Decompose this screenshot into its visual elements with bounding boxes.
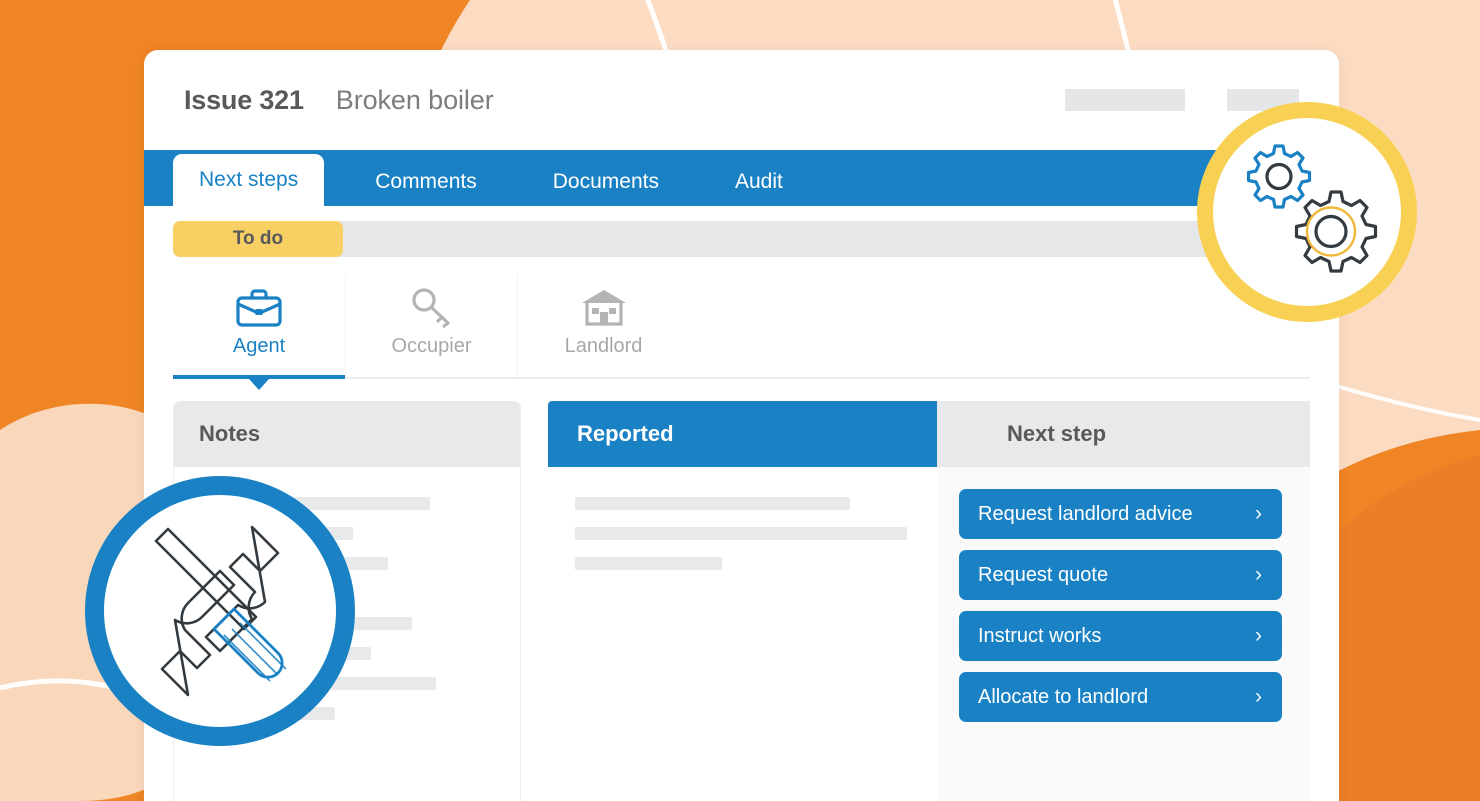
status-badge-label: To do	[232, 228, 284, 249]
skeleton-line	[575, 527, 907, 540]
allocate-to-landlord-button[interactable]: Allocate to landlord ›	[959, 672, 1282, 722]
role-tab-landlord[interactable]: Landlord	[517, 275, 689, 377]
issue-title: Broken boiler	[335, 84, 494, 115]
next-step-action-list: Request landlord advice › Request quote …	[937, 467, 1310, 801]
tab-comments[interactable]: Comments	[350, 158, 502, 206]
skeleton-line	[575, 497, 850, 510]
card-header: Issue 321 Broken boiler	[144, 50, 1339, 150]
instruct-works-button[interactable]: Instruct works ›	[959, 611, 1282, 661]
request-quote-button[interactable]: Request quote ›	[959, 550, 1282, 600]
workflow-panel: Reported Next step Request landlord advi…	[548, 401, 1310, 801]
notes-panel-title: Notes	[199, 421, 261, 446]
chevron-right-icon: ›	[1255, 685, 1262, 708]
wrench-screwdriver-icon	[154, 525, 287, 697]
role-tab-agent[interactable]: Agent	[173, 275, 345, 390]
gears-icon	[1246, 144, 1378, 273]
chevron-right-icon: ›	[1255, 624, 1262, 647]
house-icon	[579, 281, 629, 333]
notes-panel-header: Notes	[174, 401, 520, 467]
request-quote-label: Request quote	[978, 563, 1109, 586]
instruct-works-label: Instruct works	[978, 624, 1102, 647]
tab-audit-label: Audit	[734, 170, 783, 193]
briefcase-icon	[236, 281, 282, 333]
chevron-right-icon: ›	[1255, 502, 1262, 525]
tools-badge	[85, 476, 355, 746]
gears-badge	[1197, 102, 1417, 322]
key-icon	[409, 281, 455, 333]
tab-documents-label: Documents	[552, 170, 659, 193]
reported-panel-title: Reported	[577, 421, 674, 446]
reported-panel: Reported	[548, 401, 968, 801]
role-tab-group: Agent Occupier Landlord	[173, 275, 1310, 390]
tab-documents[interactable]: Documents	[528, 158, 684, 206]
header-placeholder-primary	[1065, 89, 1185, 111]
tab-next-steps[interactable]: Next steps	[173, 154, 325, 206]
next-step-panel: Next step Request landlord advice › Requ…	[937, 401, 1310, 801]
role-tab-occupier[interactable]: Occupier	[345, 275, 517, 377]
issue-id: Issue 321	[184, 84, 304, 115]
skeleton-line	[575, 557, 723, 570]
tab-next-steps-label: Next steps	[199, 168, 299, 191]
status-progress-track	[333, 221, 1339, 257]
role-tab-landlord-label: Landlord	[564, 335, 643, 357]
next-step-panel-title: Next step	[1007, 421, 1107, 446]
status-badge: To do	[173, 221, 343, 257]
status-bar: To do	[144, 221, 1339, 257]
tab-bar: Next steps Comments Documents Audit	[144, 150, 1339, 206]
request-landlord-advice-button[interactable]: Request landlord advice ›	[959, 489, 1282, 539]
role-tab-occupier-label: Occupier	[391, 335, 472, 357]
request-landlord-advice-label: Request landlord advice	[978, 502, 1193, 525]
role-tab-agent-label: Agent	[232, 335, 286, 357]
reported-panel-header: Reported	[548, 401, 968, 467]
illustration-stage: Issue 321 Broken boiler Next steps Comme…	[0, 0, 1480, 801]
reported-skeleton-list	[548, 467, 937, 801]
tab-audit[interactable]: Audit	[710, 158, 808, 206]
allocate-to-landlord-label: Allocate to landlord	[978, 685, 1149, 708]
tab-comments-label: Comments	[375, 170, 477, 193]
active-role-caret	[249, 379, 269, 390]
chevron-right-icon: ›	[1255, 563, 1262, 586]
next-step-panel-header: Next step	[937, 401, 1310, 467]
